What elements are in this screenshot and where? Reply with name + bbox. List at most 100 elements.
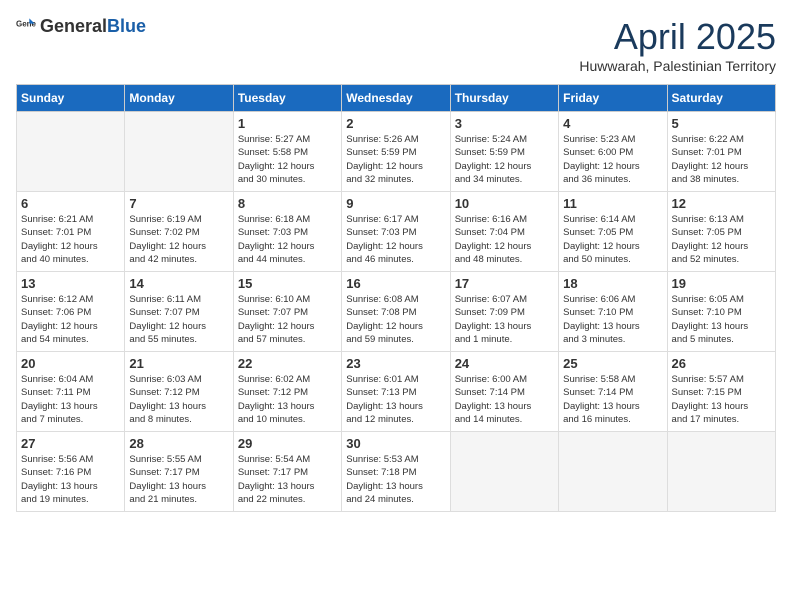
- day-number: 6: [21, 196, 120, 211]
- day-info: Sunrise: 6:18 AM Sunset: 7:03 PM Dayligh…: [238, 213, 337, 266]
- day-number: 29: [238, 436, 337, 451]
- day-info: Sunrise: 6:22 AM Sunset: 7:01 PM Dayligh…: [672, 133, 771, 186]
- calendar-cell: 1 Sunrise: 5:27 AM Sunset: 5:58 PM Daylig…: [233, 112, 341, 192]
- day-info: Sunrise: 5:24 AM Sunset: 5:59 PM Dayligh…: [455, 133, 554, 186]
- day-info: Sunrise: 6:00 AM Sunset: 7:14 PM Dayligh…: [455, 373, 554, 426]
- day-number: 19: [672, 276, 771, 291]
- calendar-week-row: 13 Sunrise: 6:12 AM Sunset: 7:06 PM Dayli…: [17, 272, 776, 352]
- calendar-cell: 27 Sunrise: 5:56 AM Sunset: 7:16 PM Dayli…: [17, 432, 125, 512]
- day-number: 26: [672, 356, 771, 371]
- day-number: 14: [129, 276, 228, 291]
- calendar-cell: 23Sunrise: 6:01 AM Sunset: 7:13 PM Dayli…: [342, 352, 450, 432]
- weekday-header-saturday: Saturday: [667, 85, 775, 112]
- day-info: Sunrise: 6:19 AM Sunset: 7:02 PM Dayligh…: [129, 213, 228, 266]
- logo-icon: General: [16, 17, 36, 37]
- calendar-cell: 10 Sunrise: 6:16 AM Sunset: 7:04 PM Dayli…: [450, 192, 558, 272]
- day-number: 20: [21, 356, 120, 371]
- day-number: 28: [129, 436, 228, 451]
- day-info: Sunrise: 6:04 AM Sunset: 7:11 PM Dayligh…: [21, 373, 120, 426]
- calendar-cell: 21Sunrise: 6:03 AM Sunset: 7:12 PM Dayli…: [125, 352, 233, 432]
- day-number: 23: [346, 356, 445, 371]
- day-number: 15: [238, 276, 337, 291]
- calendar-cell: 12 Sunrise: 6:13 AM Sunset: 7:05 PM Dayli…: [667, 192, 775, 272]
- logo-text-blue: Blue: [107, 16, 146, 36]
- calendar-table: SundayMondayTuesdayWednesdayThursdayFrid…: [16, 84, 776, 512]
- day-number: 12: [672, 196, 771, 211]
- day-info: Sunrise: 6:06 AM Sunset: 7:10 PM Dayligh…: [563, 293, 662, 346]
- calendar-cell: 8 Sunrise: 6:18 AM Sunset: 7:03 PM Daylig…: [233, 192, 341, 272]
- svg-text:General: General: [16, 19, 36, 28]
- calendar-cell: 29 Sunrise: 5:54 AM Sunset: 7:17 PM Dayli…: [233, 432, 341, 512]
- day-number: 8: [238, 196, 337, 211]
- day-number: 3: [455, 116, 554, 131]
- weekday-header-monday: Monday: [125, 85, 233, 112]
- day-info: Sunrise: 6:16 AM Sunset: 7:04 PM Dayligh…: [455, 213, 554, 266]
- calendar-week-row: 6Sunrise: 6:21 AM Sunset: 7:01 PM Daylig…: [17, 192, 776, 272]
- weekday-header-thursday: Thursday: [450, 85, 558, 112]
- calendar-cell: 2 Sunrise: 5:26 AM Sunset: 5:59 PM Daylig…: [342, 112, 450, 192]
- location-title: Huwwarah, Palestinian Territory: [579, 58, 776, 74]
- weekday-header-tuesday: Tuesday: [233, 85, 341, 112]
- calendar-cell: 3 Sunrise: 5:24 AM Sunset: 5:59 PM Daylig…: [450, 112, 558, 192]
- weekday-header-friday: Friday: [559, 85, 667, 112]
- weekday-header-wednesday: Wednesday: [342, 85, 450, 112]
- weekday-header-sunday: Sunday: [17, 85, 125, 112]
- day-number: 24: [455, 356, 554, 371]
- day-info: Sunrise: 6:12 AM Sunset: 7:06 PM Dayligh…: [21, 293, 120, 346]
- calendar-cell: 30Sunrise: 5:53 AM Sunset: 7:18 PM Dayli…: [342, 432, 450, 512]
- day-number: 2: [346, 116, 445, 131]
- day-info: Sunrise: 5:23 AM Sunset: 6:00 PM Dayligh…: [563, 133, 662, 186]
- day-info: Sunrise: 6:13 AM Sunset: 7:05 PM Dayligh…: [672, 213, 771, 266]
- day-number: 18: [563, 276, 662, 291]
- day-number: 25: [563, 356, 662, 371]
- day-info: Sunrise: 5:53 AM Sunset: 7:18 PM Dayligh…: [346, 453, 445, 506]
- day-number: 21: [129, 356, 228, 371]
- calendar-week-row: 20 Sunrise: 6:04 AM Sunset: 7:11 PM Dayli…: [17, 352, 776, 432]
- day-info: Sunrise: 6:02 AM Sunset: 7:12 PM Dayligh…: [238, 373, 337, 426]
- calendar-cell: [450, 432, 558, 512]
- calendar-cell: [559, 432, 667, 512]
- logo-text-general: General: [40, 16, 107, 36]
- calendar-cell: [17, 112, 125, 192]
- month-title: April 2025: [579, 16, 776, 58]
- day-info: Sunrise: 5:27 AM Sunset: 5:58 PM Dayligh…: [238, 133, 337, 186]
- calendar-cell: 9Sunrise: 6:17 AM Sunset: 7:03 PM Daylig…: [342, 192, 450, 272]
- day-info: Sunrise: 5:26 AM Sunset: 5:59 PM Dayligh…: [346, 133, 445, 186]
- calendar-week-row: 1 Sunrise: 5:27 AM Sunset: 5:58 PM Daylig…: [17, 112, 776, 192]
- calendar-cell: 20 Sunrise: 6:04 AM Sunset: 7:11 PM Dayli…: [17, 352, 125, 432]
- day-info: Sunrise: 5:54 AM Sunset: 7:17 PM Dayligh…: [238, 453, 337, 506]
- day-info: Sunrise: 5:55 AM Sunset: 7:17 PM Dayligh…: [129, 453, 228, 506]
- calendar-cell: 25Sunrise: 5:58 AM Sunset: 7:14 PM Dayli…: [559, 352, 667, 432]
- calendar-cell: 18 Sunrise: 6:06 AM Sunset: 7:10 PM Dayli…: [559, 272, 667, 352]
- calendar-cell: 6Sunrise: 6:21 AM Sunset: 7:01 PM Daylig…: [17, 192, 125, 272]
- calendar-cell: 22Sunrise: 6:02 AM Sunset: 7:12 PM Dayli…: [233, 352, 341, 432]
- day-info: Sunrise: 6:11 AM Sunset: 7:07 PM Dayligh…: [129, 293, 228, 346]
- day-number: 10: [455, 196, 554, 211]
- day-number: 17: [455, 276, 554, 291]
- weekday-header-row: SundayMondayTuesdayWednesdayThursdayFrid…: [17, 85, 776, 112]
- logo: General GeneralBlue: [16, 16, 146, 37]
- calendar-cell: 17Sunrise: 6:07 AM Sunset: 7:09 PM Dayli…: [450, 272, 558, 352]
- calendar-header: SundayMondayTuesdayWednesdayThursdayFrid…: [17, 85, 776, 112]
- calendar-cell: 5 Sunrise: 6:22 AM Sunset: 7:01 PM Daylig…: [667, 112, 775, 192]
- calendar-cell: 13 Sunrise: 6:12 AM Sunset: 7:06 PM Dayli…: [17, 272, 125, 352]
- day-number: 16: [346, 276, 445, 291]
- day-number: 27: [21, 436, 120, 451]
- calendar-cell: 26 Sunrise: 5:57 AM Sunset: 7:15 PM Dayli…: [667, 352, 775, 432]
- day-number: 5: [672, 116, 771, 131]
- day-info: Sunrise: 6:08 AM Sunset: 7:08 PM Dayligh…: [346, 293, 445, 346]
- day-info: Sunrise: 6:14 AM Sunset: 7:05 PM Dayligh…: [563, 213, 662, 266]
- calendar-cell: 4Sunrise: 5:23 AM Sunset: 6:00 PM Daylig…: [559, 112, 667, 192]
- calendar-cell: 7 Sunrise: 6:19 AM Sunset: 7:02 PM Daylig…: [125, 192, 233, 272]
- calendar-week-row: 27 Sunrise: 5:56 AM Sunset: 7:16 PM Dayli…: [17, 432, 776, 512]
- day-number: 1: [238, 116, 337, 131]
- calendar-body: 1 Sunrise: 5:27 AM Sunset: 5:58 PM Daylig…: [17, 112, 776, 512]
- day-number: 7: [129, 196, 228, 211]
- header: General GeneralBlue April 2025 Huwwarah,…: [16, 16, 776, 74]
- day-number: 11: [563, 196, 662, 211]
- calendar-cell: 28 Sunrise: 5:55 AM Sunset: 7:17 PM Dayli…: [125, 432, 233, 512]
- day-info: Sunrise: 5:57 AM Sunset: 7:15 PM Dayligh…: [672, 373, 771, 426]
- day-info: Sunrise: 6:10 AM Sunset: 7:07 PM Dayligh…: [238, 293, 337, 346]
- day-number: 13: [21, 276, 120, 291]
- day-info: Sunrise: 5:56 AM Sunset: 7:16 PM Dayligh…: [21, 453, 120, 506]
